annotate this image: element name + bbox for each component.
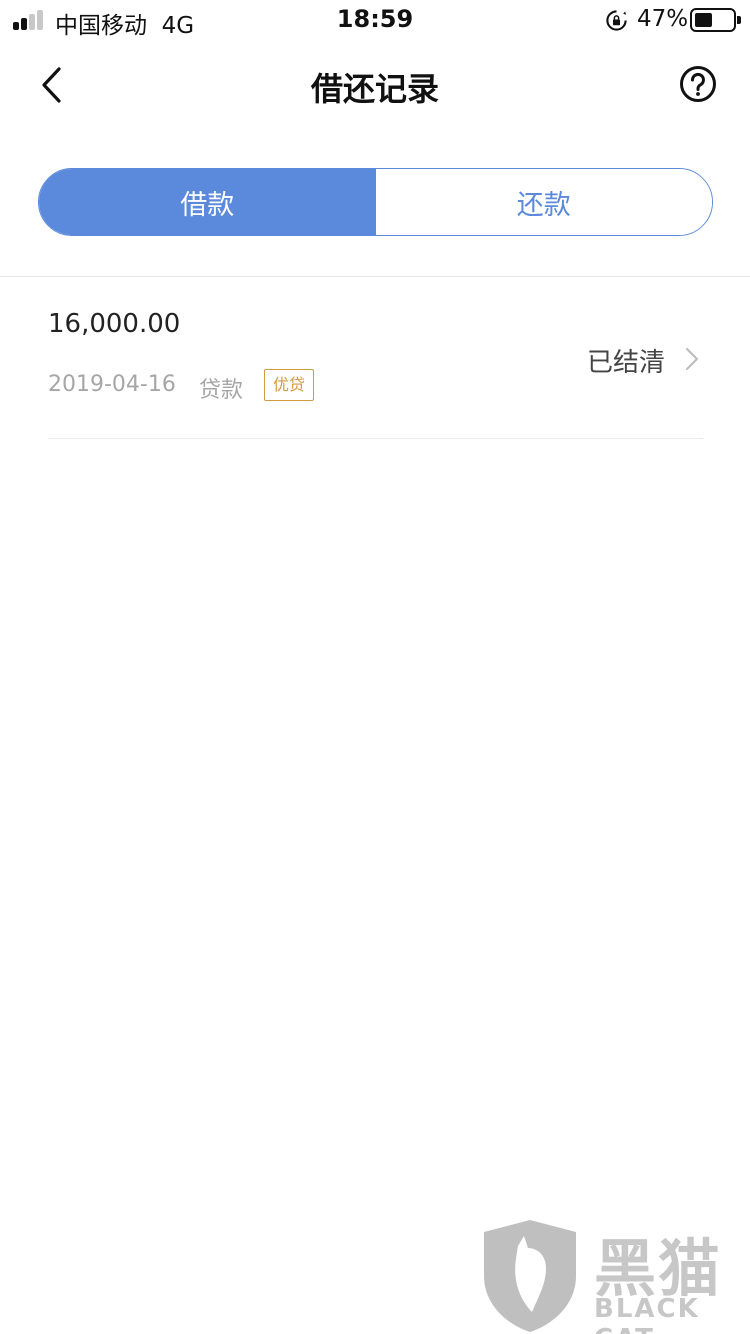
status-bar: 中国移动 4G 18:59 47% — [0, 0, 750, 40]
help-button[interactable] — [678, 64, 718, 104]
row-divider — [48, 438, 703, 439]
chevron-right-icon — [685, 347, 699, 371]
record-type-tabs: 借款 还款 — [38, 168, 713, 236]
battery-icon — [690, 8, 741, 32]
rotation-lock-icon — [606, 10, 627, 31]
question-circle-icon — [680, 66, 716, 102]
record-date: 2019-04-16 — [48, 372, 176, 397]
tab-repay[interactable]: 还款 — [375, 169, 712, 235]
record-amount: 16,000.00 — [48, 309, 181, 339]
watermark-en: BLACK CAT — [594, 1294, 700, 1334]
nav-bar: 借还记录 — [0, 44, 750, 124]
record-tag-badge: 优贷 — [264, 369, 315, 401]
screen: 中国移动 4G 18:59 47% 借还记录 借款 还款 16,000.00 2… — [0, 0, 750, 1334]
watermark: 黑猫 BLACK CAT — [480, 1218, 750, 1334]
loan-record-row[interactable]: 16,000.00 2019-04-16 贷款 优贷 已结清 — [48, 277, 703, 438]
record-status: 已结清 — [586, 348, 665, 378]
page-title: 借还记录 — [310, 70, 439, 108]
tab-borrow[interactable]: 借款 — [39, 169, 376, 235]
battery-percent: 47% — [637, 6, 689, 32]
record-type: 贷款 — [199, 378, 244, 403]
cat-shield-logo-icon — [484, 1220, 576, 1332]
